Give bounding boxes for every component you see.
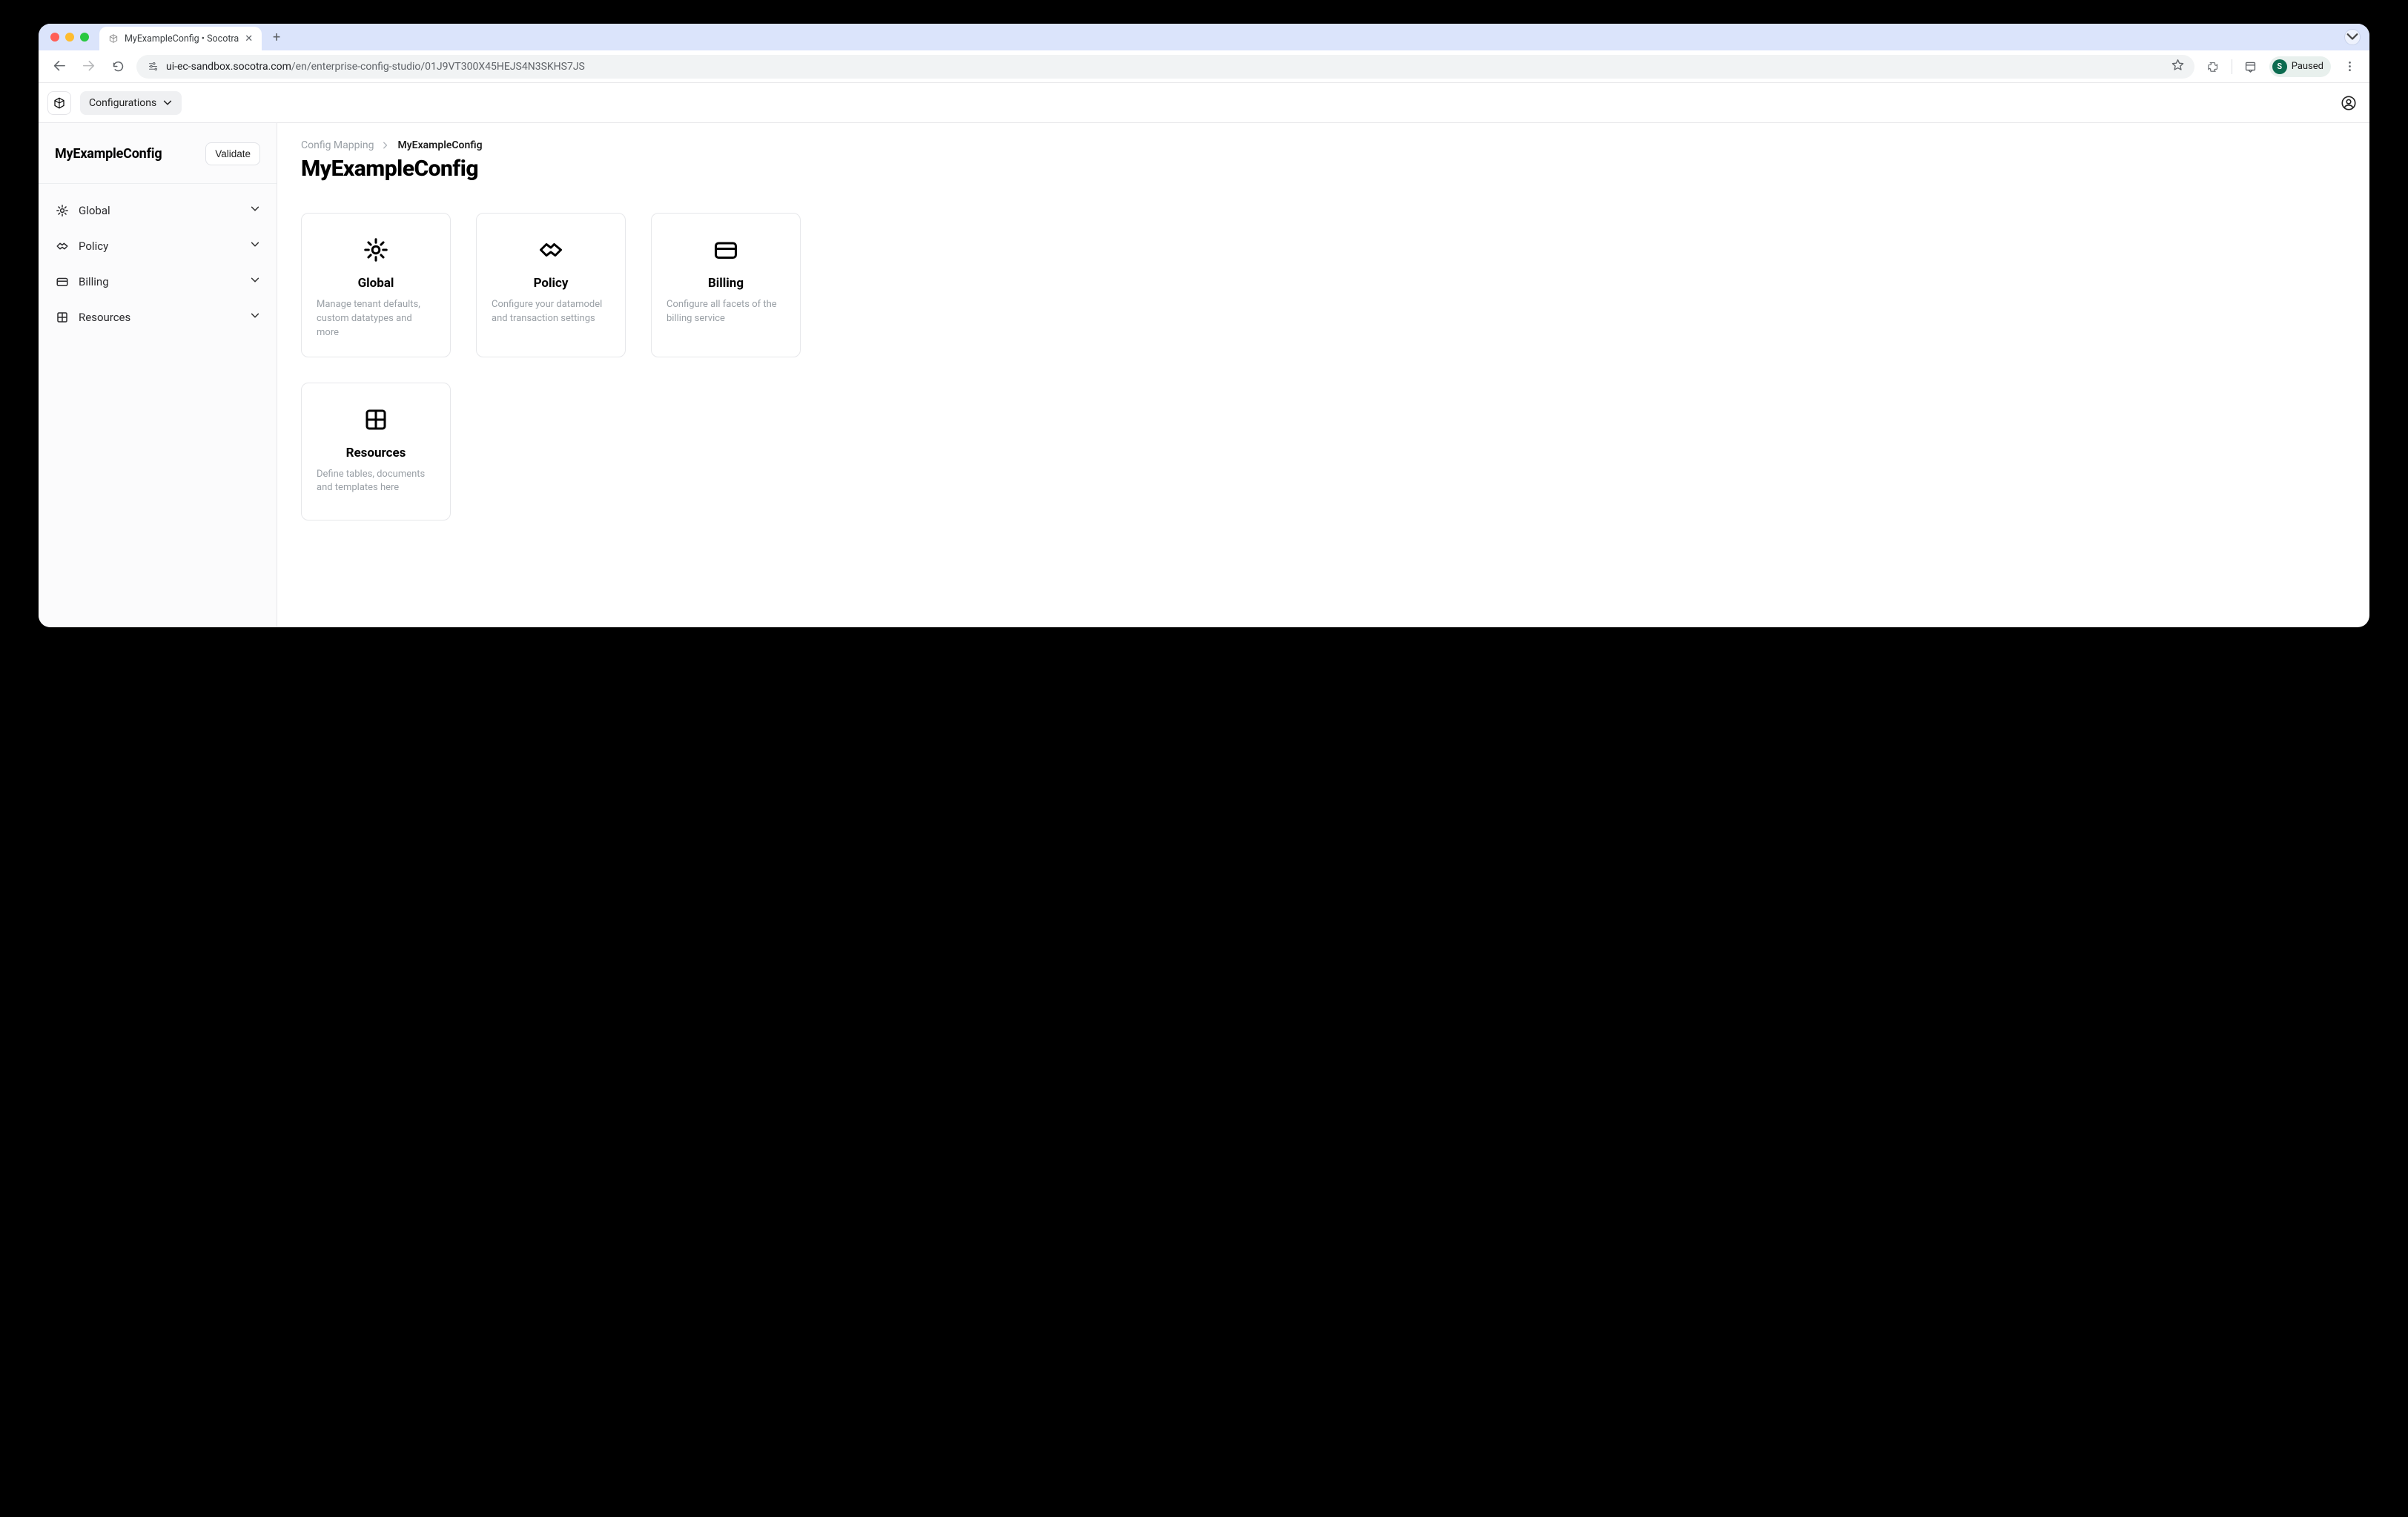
sidebar-title: MyExampleConfig <box>55 146 162 162</box>
side-panel-icon[interactable] <box>2240 56 2262 78</box>
tab-favicon <box>108 33 119 44</box>
sidebar-item-label: Global <box>79 204 110 217</box>
card-desc: Manage tenant defaults, custom datatypes… <box>317 298 435 340</box>
brand-logo[interactable] <box>47 91 71 115</box>
extensions-icon[interactable] <box>2202 56 2224 78</box>
page-title: MyExampleConfig <box>301 156 2346 182</box>
handshake-icon <box>538 234 564 265</box>
user-menu-button[interactable] <box>2337 91 2361 115</box>
card-icon <box>55 274 70 289</box>
sidebar: MyExampleConfig Validate Global Policy <box>39 123 277 627</box>
card-title: Resources <box>346 446 406 460</box>
main-content: Config Mapping MyExampleConfig MyExample… <box>277 123 2369 627</box>
sidebar-item-label: Policy <box>79 239 108 253</box>
forward-button[interactable] <box>77 56 99 78</box>
sidebar-item-label: Billing <box>79 275 109 288</box>
bookmark-icon[interactable] <box>2172 59 2184 74</box>
profile-avatar: S <box>2272 59 2287 74</box>
chevron-down-icon <box>162 98 173 108</box>
card-desc: Configure your datamodel and transaction… <box>492 298 610 326</box>
card-title: Billing <box>708 276 744 291</box>
back-button[interactable] <box>47 56 70 78</box>
gear-icon <box>363 234 389 265</box>
close-window-button[interactable] <box>50 33 59 42</box>
card-grid: Global Manage tenant defaults, custom da… <box>301 213 835 520</box>
sidebar-header: MyExampleConfig Validate <box>39 123 277 184</box>
profile-status: Paused <box>2292 61 2323 72</box>
grid-icon <box>363 404 389 435</box>
browser-window: MyExampleConfig • Socotra ✕ + ui-ec-sand… <box>39 24 2369 627</box>
chevron-down-icon <box>250 204 260 217</box>
minimize-window-button[interactable] <box>65 33 74 42</box>
app-bar: Configurations <box>39 83 2369 123</box>
site-settings-icon[interactable] <box>147 61 159 73</box>
card-title: Global <box>358 276 394 291</box>
sidebar-item-global[interactable]: Global <box>46 194 269 227</box>
tab-strip: MyExampleConfig • Socotra ✕ + <box>39 24 2369 50</box>
sidebar-nav: Global Policy Billing <box>39 184 277 344</box>
card-title: Policy <box>534 276 569 291</box>
card-billing[interactable]: Billing Configure all facets of the bill… <box>651 213 801 357</box>
tabs-dropdown-button[interactable] <box>2344 29 2361 45</box>
chevron-right-icon <box>381 141 390 150</box>
sidebar-item-resources[interactable]: Resources <box>46 301 269 334</box>
chevron-down-icon <box>250 275 260 288</box>
card-desc: Configure all facets of the billing serv… <box>666 298 785 326</box>
close-tab-icon[interactable]: ✕ <box>245 33 253 44</box>
configurations-label: Configurations <box>89 97 156 109</box>
card-resources[interactable]: Resources Define tables, documents and t… <box>301 383 451 520</box>
configurations-menu[interactable]: Configurations <box>80 91 182 115</box>
tab-title: MyExampleConfig • Socotra <box>125 33 239 44</box>
app: Configurations MyExampleConfig Validate … <box>39 83 2369 627</box>
card-desc: Define tables, documents and templates h… <box>317 468 435 496</box>
browser-toolbar: ui-ec-sandbox.socotra.com/en/enterprise-… <box>39 50 2369 83</box>
browser-menu-icon[interactable] <box>2338 56 2361 78</box>
gear-icon <box>55 203 70 218</box>
sidebar-item-billing[interactable]: Billing <box>46 265 269 298</box>
sidebar-item-policy[interactable]: Policy <box>46 230 269 262</box>
breadcrumb-root[interactable]: Config Mapping <box>301 139 374 151</box>
address-bar[interactable]: ui-ec-sandbox.socotra.com/en/enterprise-… <box>136 55 2194 79</box>
window-controls <box>47 33 95 42</box>
chevron-down-icon <box>250 311 260 324</box>
new-tab-button[interactable]: + <box>266 27 287 47</box>
card-global[interactable]: Global Manage tenant defaults, custom da… <box>301 213 451 357</box>
reload-button[interactable] <box>107 56 129 78</box>
handshake-icon <box>55 239 70 254</box>
url-text: ui-ec-sandbox.socotra.com/en/enterprise-… <box>166 61 585 73</box>
card-policy[interactable]: Policy Configure your datamodel and tran… <box>476 213 626 357</box>
fullscreen-window-button[interactable] <box>80 33 89 42</box>
breadcrumb: Config Mapping MyExampleConfig <box>301 139 2346 151</box>
grid-icon <box>55 310 70 325</box>
chevron-down-icon <box>250 239 260 253</box>
browser-tab[interactable]: MyExampleConfig • Socotra ✕ <box>99 27 262 50</box>
profile-button[interactable]: S Paused <box>2269 56 2331 77</box>
breadcrumb-current: MyExampleConfig <box>397 139 482 151</box>
validate-button[interactable]: Validate <box>205 142 260 165</box>
card-icon <box>712 234 739 265</box>
sidebar-item-label: Resources <box>79 311 130 324</box>
